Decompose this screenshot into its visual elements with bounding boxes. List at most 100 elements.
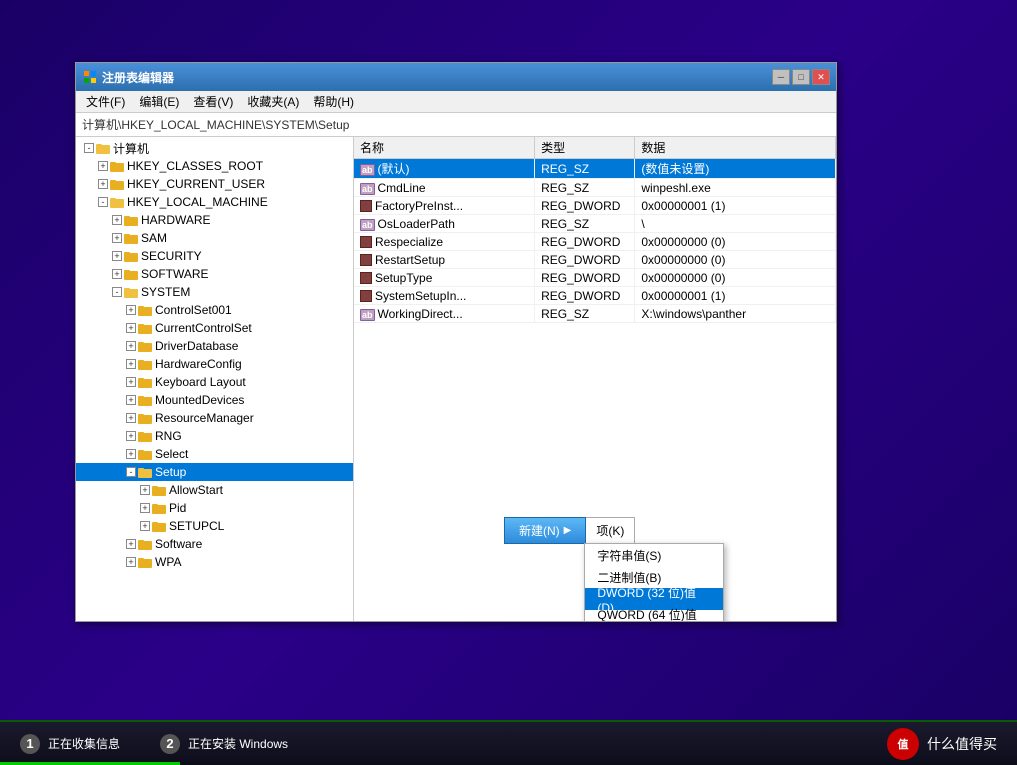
menu-file[interactable]: 文件(F) xyxy=(80,91,131,112)
expand-icon-wpa[interactable]: + xyxy=(126,557,136,567)
expand-icon-select[interactable]: + xyxy=(126,449,136,459)
cell-type: REG_SZ xyxy=(535,159,635,179)
folder-icon-security xyxy=(124,250,138,262)
tree-item-setupcl[interactable]: + SETUPCL xyxy=(76,517,353,535)
tree-item-software[interactable]: + SOFTWARE xyxy=(76,265,353,283)
tree-item-sam[interactable]: + SAM xyxy=(76,229,353,247)
expand-icon-system[interactable]: - xyxy=(112,287,122,297)
table-row[interactable]: Respecialize REG_DWORD 0x00000000 (0) xyxy=(354,233,836,251)
tree-item-keyboard-layout[interactable]: + Keyboard Layout xyxy=(76,373,353,391)
expand-icon-current-user[interactable]: + xyxy=(98,179,108,189)
step-1-text: 正在收集信息 xyxy=(48,735,120,752)
folder-icon-setupcl xyxy=(152,520,166,532)
expand-icon-setup[interactable]: - xyxy=(126,467,136,477)
menu-edit[interactable]: 编辑(E) xyxy=(133,91,185,112)
taskbar-logo: 值 什么值得买 xyxy=(887,728,1017,760)
cell-data: winpeshl.exe xyxy=(635,179,836,197)
tree-item-setup[interactable]: - Setup xyxy=(76,463,353,481)
tree-item-security[interactable]: + SECURITY xyxy=(76,247,353,265)
tree-item-mounteddevices[interactable]: + MountedDevices xyxy=(76,391,353,409)
table-row[interactable]: ab(默认) REG_SZ (数值未设置) xyxy=(354,159,836,179)
menu-view[interactable]: 查看(V) xyxy=(187,91,239,112)
tree-item-controlset001[interactable]: + ControlSet001 xyxy=(76,301,353,319)
address-bar: 计算机\HKEY_LOCAL_MACHINE\SYSTEM\Setup xyxy=(76,113,836,137)
menu-help[interactable]: 帮助(H) xyxy=(307,91,360,112)
tree-item-driverdatabase[interactable]: + DriverDatabase xyxy=(76,337,353,355)
folder-icon-hardware xyxy=(124,214,138,226)
folder-icon-driverdatabase xyxy=(138,340,152,352)
table-row[interactable]: abOsLoaderPath REG_SZ \ xyxy=(354,215,836,233)
new-button[interactable]: 新建(N) ▶ xyxy=(504,517,586,544)
tree-label-driverdatabase: DriverDatabase xyxy=(155,339,238,353)
tree-item-classes-root[interactable]: + HKEY_CLASSES_ROOT xyxy=(76,157,353,175)
expand-icon-security[interactable]: + xyxy=(112,251,122,261)
address-text: 计算机\HKEY_LOCAL_MACHINE\SYSTEM\Setup xyxy=(82,116,349,133)
expand-icon-resourcemanager[interactable]: + xyxy=(126,413,136,423)
cell-data: 0x00000001 (1) xyxy=(635,287,836,305)
table-row[interactable]: abWorkingDirect... REG_SZ X:\windows\pan… xyxy=(354,305,836,323)
tree-item-local-machine[interactable]: - HKEY_LOCAL_MACHINE xyxy=(76,193,353,211)
expand-icon-driverdatabase[interactable]: + xyxy=(126,341,136,351)
tree-item-currentcontrolset[interactable]: + CurrentControlSet xyxy=(76,319,353,337)
tree-item-rng[interactable]: + RNG xyxy=(76,427,353,445)
tree-label-setup: Setup xyxy=(155,465,186,479)
tree-item-select[interactable]: + Select xyxy=(76,445,353,463)
close-button[interactable]: ✕ xyxy=(812,69,830,85)
window-title: 注册表编辑器 xyxy=(102,69,174,86)
tree-item-allowstart[interactable]: + AllowStart xyxy=(76,481,353,499)
submenu: 字符串值(S) 二进制值(B) DWORD (32 位)值(D) QWORD (… xyxy=(584,543,724,621)
table-row[interactable]: SetupType REG_DWORD 0x00000000 (0) xyxy=(354,269,836,287)
table-row[interactable]: RestartSetup REG_DWORD 0x00000000 (0) xyxy=(354,251,836,269)
expand-icon-currentcontrolset[interactable]: + xyxy=(126,323,136,333)
tree-item-system[interactable]: - SYSTEM xyxy=(76,283,353,301)
tree-item-resourcemanager[interactable]: + ResourceManager xyxy=(76,409,353,427)
tree-item-hardwareconfig[interactable]: + HardwareConfig xyxy=(76,355,353,373)
taskbar: 1 正在收集信息 2 正在安装 Windows 值 什么值得买 xyxy=(0,720,1017,765)
col-header-data: 数据 xyxy=(635,137,836,159)
maximize-button[interactable]: □ xyxy=(792,69,810,85)
expand-icon-sam[interactable]: + xyxy=(112,233,122,243)
cell-name: SetupType xyxy=(354,269,535,287)
expand-icon-hardware[interactable]: + xyxy=(112,215,122,225)
tree-item-wpa[interactable]: + WPA xyxy=(76,553,353,571)
expand-icon-rng[interactable]: + xyxy=(126,431,136,441)
step-2-number: 2 xyxy=(160,734,180,754)
tree-item-current-user[interactable]: + HKEY_CURRENT_USER xyxy=(76,175,353,193)
tree-item-software-lm[interactable]: + Software xyxy=(76,535,353,553)
step-1-number: 1 xyxy=(20,734,40,754)
submenu-item-qword[interactable]: QWORD (64 位)值(Q) xyxy=(585,610,723,621)
expand-icon-local-machine[interactable]: - xyxy=(98,197,108,207)
cell-data: 0x00000000 (0) xyxy=(635,251,836,269)
tree-label-currentcontrolset: CurrentControlSet xyxy=(155,321,252,335)
table-row[interactable]: abCmdLine REG_SZ winpeshl.exe xyxy=(354,179,836,197)
submenu-item-string[interactable]: 字符串值(S) xyxy=(585,544,723,566)
minimize-button[interactable]: ─ xyxy=(772,69,790,85)
folder-icon-software xyxy=(124,268,138,280)
expand-icon-controlset001[interactable]: + xyxy=(126,305,136,315)
tree-item-hardware[interactable]: + HARDWARE xyxy=(76,211,353,229)
cell-type: REG_DWORD xyxy=(535,287,635,305)
expand-icon-setupcl[interactable]: + xyxy=(140,521,150,531)
cell-name: abWorkingDirect... xyxy=(354,305,535,323)
tree-item-computer[interactable]: - 计算机 xyxy=(76,139,353,157)
main-content: - 计算机 + HKEY_CLASSES_ROOT xyxy=(76,137,836,621)
cell-type: REG_SZ xyxy=(535,215,635,233)
tree-label-resourcemanager: ResourceManager xyxy=(155,411,254,425)
expand-icon-hardwareconfig[interactable]: + xyxy=(126,359,136,369)
expand-icon-computer[interactable]: - xyxy=(84,143,94,153)
expand-icon-pid[interactable]: + xyxy=(140,503,150,513)
folder-icon-software-lm xyxy=(138,538,152,550)
table-row[interactable]: SystemSetupIn... REG_DWORD 0x00000001 (1… xyxy=(354,287,836,305)
cell-data: 0x00000000 (0) xyxy=(635,233,836,251)
table-row[interactable]: FactoryPreInst... REG_DWORD 0x00000001 (… xyxy=(354,197,836,215)
registry-editor-window: 注册表编辑器 ─ □ ✕ 文件(F) 编辑(E) 查看(V) 收藏夹(A) 帮助… xyxy=(75,62,837,622)
expand-icon-software[interactable]: + xyxy=(112,269,122,279)
expand-icon-mounteddevices[interactable]: + xyxy=(126,395,136,405)
expand-icon-software-lm[interactable]: + xyxy=(126,539,136,549)
tree-panel[interactable]: - 计算机 + HKEY_CLASSES_ROOT xyxy=(76,137,354,621)
expand-icon-keyboard-layout[interactable]: + xyxy=(126,377,136,387)
tree-item-pid[interactable]: + Pid xyxy=(76,499,353,517)
expand-icon-classes-root[interactable]: + xyxy=(98,161,108,171)
menu-favorites[interactable]: 收藏夹(A) xyxy=(241,91,305,112)
expand-icon-allowstart[interactable]: + xyxy=(140,485,150,495)
